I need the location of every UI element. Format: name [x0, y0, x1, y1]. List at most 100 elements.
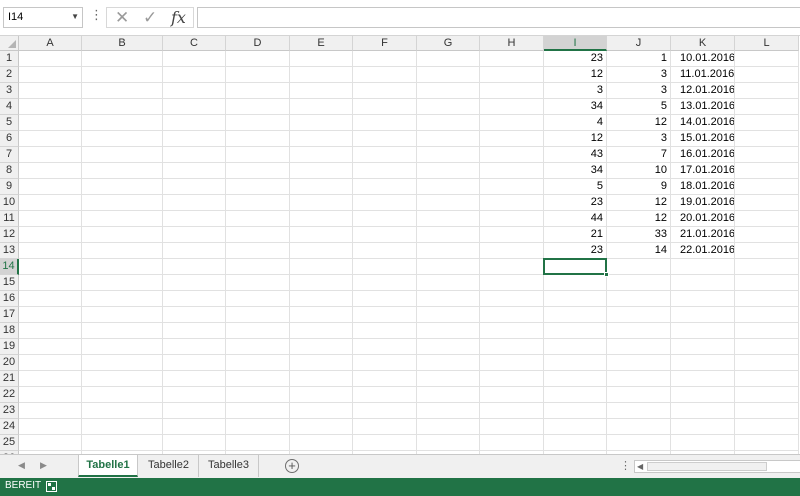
cell-g18[interactable] — [417, 323, 480, 339]
cell-f12[interactable] — [353, 227, 417, 243]
cell-d8[interactable] — [226, 163, 290, 179]
row-header-16[interactable]: 16 — [0, 291, 19, 307]
row-header-10[interactable]: 10 — [0, 195, 19, 211]
cell-l23[interactable] — [735, 403, 799, 419]
column-header-d[interactable]: D — [226, 36, 290, 51]
cell-j21[interactable] — [607, 371, 671, 387]
cell-c20[interactable] — [163, 355, 226, 371]
cell-j25[interactable] — [607, 435, 671, 451]
cell-l6[interactable] — [735, 131, 799, 147]
cell-h18[interactable] — [480, 323, 544, 339]
cell-e22[interactable] — [290, 387, 353, 403]
cell-g10[interactable] — [417, 195, 480, 211]
cell-d21[interactable] — [226, 371, 290, 387]
cell-h1[interactable] — [480, 51, 544, 67]
cell-h13[interactable] — [480, 243, 544, 259]
cell-g2[interactable] — [417, 67, 480, 83]
cell-a4[interactable] — [19, 99, 82, 115]
cell-j19[interactable] — [607, 339, 671, 355]
cell-g16[interactable] — [417, 291, 480, 307]
cell-j15[interactable] — [607, 275, 671, 291]
cell-k4[interactable]: 13.01.2016 — [671, 99, 735, 115]
cell-l8[interactable] — [735, 163, 799, 179]
row-header-22[interactable]: 22 — [0, 387, 19, 403]
cell-l22[interactable] — [735, 387, 799, 403]
cell-f7[interactable] — [353, 147, 417, 163]
cell-c6[interactable] — [163, 131, 226, 147]
cell-j10[interactable]: 12 — [607, 195, 671, 211]
cell-b18[interactable] — [82, 323, 163, 339]
cell-b12[interactable] — [82, 227, 163, 243]
cell-j13[interactable]: 14 — [607, 243, 671, 259]
cell-a8[interactable] — [19, 163, 82, 179]
cell-a11[interactable] — [19, 211, 82, 227]
cell-b4[interactable] — [82, 99, 163, 115]
cell-k15[interactable] — [671, 275, 735, 291]
cell-c19[interactable] — [163, 339, 226, 355]
cell-h15[interactable] — [480, 275, 544, 291]
cell-i16[interactable] — [544, 291, 607, 307]
cell-a20[interactable] — [19, 355, 82, 371]
cell-l19[interactable] — [735, 339, 799, 355]
cell-k1[interactable]: 10.01.2016 — [671, 51, 735, 67]
cell-h10[interactable] — [480, 195, 544, 211]
cell-c11[interactable] — [163, 211, 226, 227]
cell-h14[interactable] — [480, 259, 544, 275]
horizontal-scrollbar[interactable]: ◀ — [634, 460, 800, 473]
cell-e5[interactable] — [290, 115, 353, 131]
cell-l25[interactable] — [735, 435, 799, 451]
cell-f10[interactable] — [353, 195, 417, 211]
cell-j23[interactable] — [607, 403, 671, 419]
cell-c7[interactable] — [163, 147, 226, 163]
cell-g7[interactable] — [417, 147, 480, 163]
cell-b14[interactable] — [82, 259, 163, 275]
cell-a22[interactable] — [19, 387, 82, 403]
cell-d13[interactable] — [226, 243, 290, 259]
cell-h19[interactable] — [480, 339, 544, 355]
cell-c23[interactable] — [163, 403, 226, 419]
cell-e11[interactable] — [290, 211, 353, 227]
cell-f1[interactable] — [353, 51, 417, 67]
cell-k9[interactable]: 18.01.2016 — [671, 179, 735, 195]
cell-i22[interactable] — [544, 387, 607, 403]
name-box[interactable]: I14 ▼ — [3, 7, 83, 28]
row-header-6[interactable]: 6 — [0, 131, 19, 147]
cell-h7[interactable] — [480, 147, 544, 163]
cell-g6[interactable] — [417, 131, 480, 147]
cell-c17[interactable] — [163, 307, 226, 323]
cell-b22[interactable] — [82, 387, 163, 403]
cell-d14[interactable] — [226, 259, 290, 275]
cell-a19[interactable] — [19, 339, 82, 355]
cell-f21[interactable] — [353, 371, 417, 387]
enter-icon[interactable]: ✓ — [143, 9, 157, 27]
column-header-k[interactable]: K — [671, 36, 735, 51]
cell-a7[interactable] — [19, 147, 82, 163]
cell-l7[interactable] — [735, 147, 799, 163]
cell-f23[interactable] — [353, 403, 417, 419]
cell-e20[interactable] — [290, 355, 353, 371]
cell-j14[interactable] — [607, 259, 671, 275]
cell-e7[interactable] — [290, 147, 353, 163]
cell-b21[interactable] — [82, 371, 163, 387]
cell-l13[interactable] — [735, 243, 799, 259]
column-header-a[interactable]: A — [19, 36, 82, 51]
cell-i2[interactable]: 12 — [544, 67, 607, 83]
cell-f5[interactable] — [353, 115, 417, 131]
cell-k16[interactable] — [671, 291, 735, 307]
cell-b20[interactable] — [82, 355, 163, 371]
cell-c3[interactable] — [163, 83, 226, 99]
cell-f19[interactable] — [353, 339, 417, 355]
row-header-18[interactable]: 18 — [0, 323, 19, 339]
cell-c8[interactable] — [163, 163, 226, 179]
cell-j5[interactable]: 12 — [607, 115, 671, 131]
cell-d16[interactable] — [226, 291, 290, 307]
cell-a15[interactable] — [19, 275, 82, 291]
cell-j8[interactable]: 10 — [607, 163, 671, 179]
cell-d2[interactable] — [226, 67, 290, 83]
row-header-13[interactable]: 13 — [0, 243, 19, 259]
cell-c18[interactable] — [163, 323, 226, 339]
row-header-7[interactable]: 7 — [0, 147, 19, 163]
cell-a18[interactable] — [19, 323, 82, 339]
cell-g15[interactable] — [417, 275, 480, 291]
cell-a9[interactable] — [19, 179, 82, 195]
